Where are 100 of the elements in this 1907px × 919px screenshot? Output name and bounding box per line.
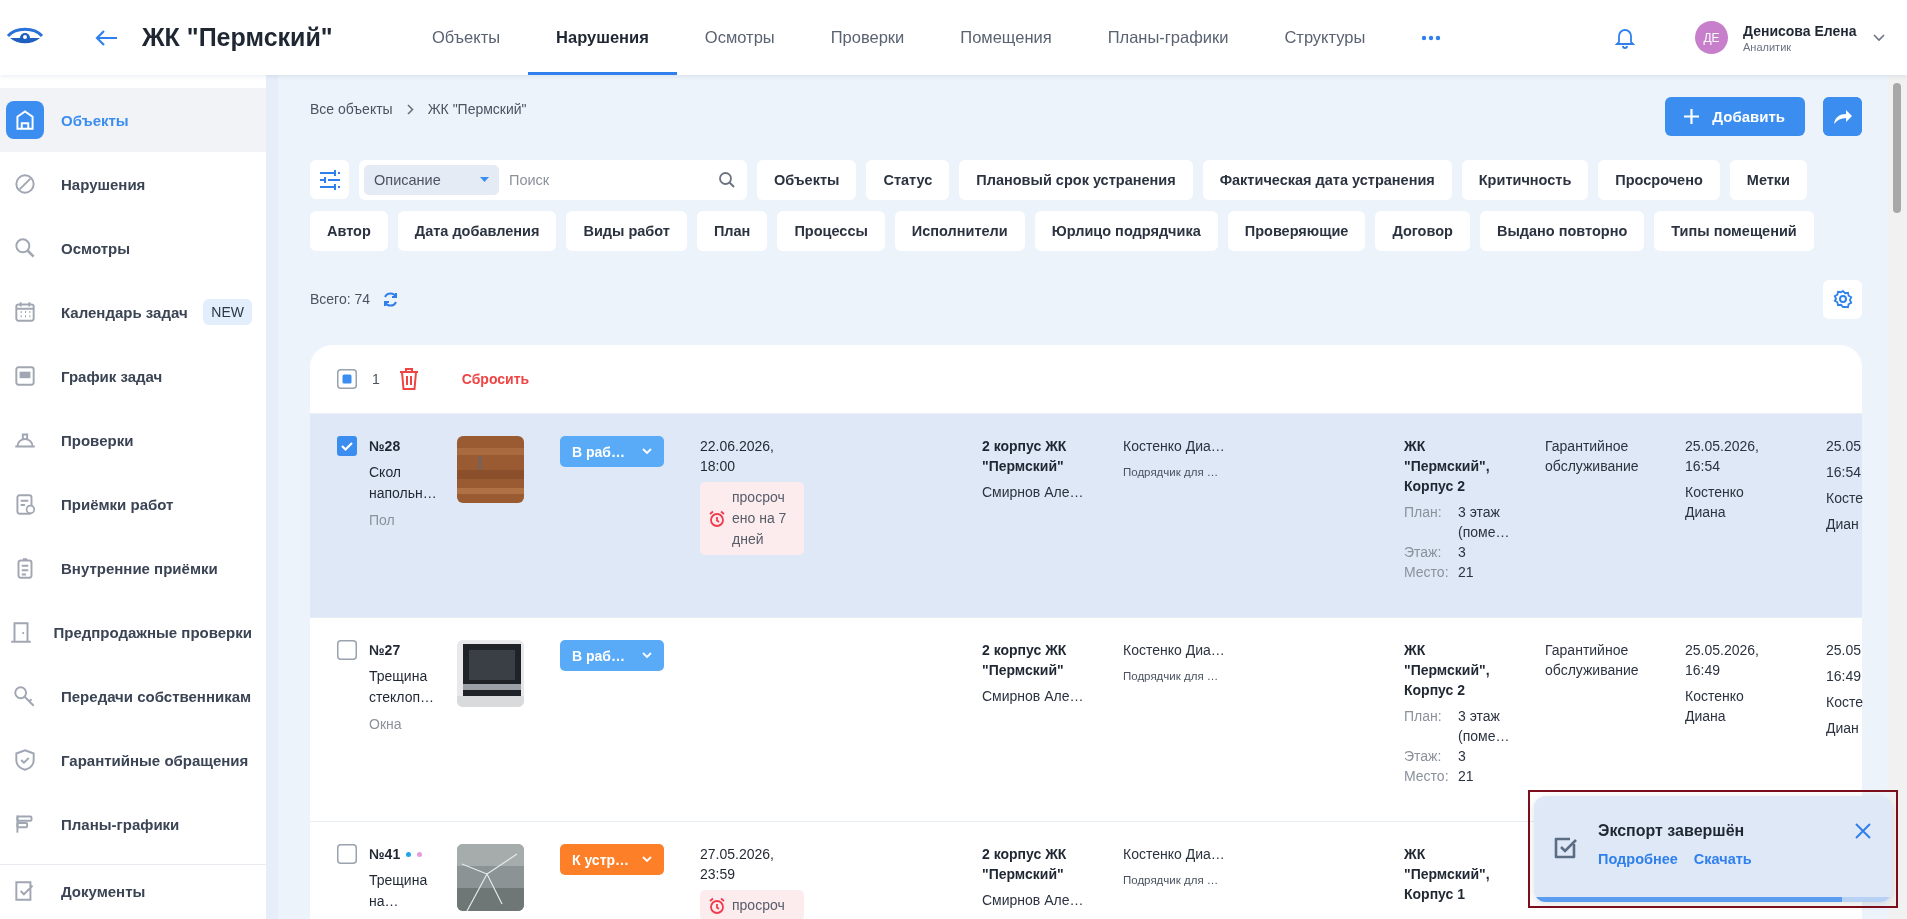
filter-chip[interactable]: Статус	[866, 160, 950, 200]
scrollbar[interactable]	[1888, 75, 1907, 919]
sidebar-item[interactable]: Нарушения	[0, 152, 266, 216]
user-name: Денисова Елена	[1743, 22, 1858, 39]
detail-label: Место:	[1404, 563, 1450, 582]
nav-tab[interactable]: Планы-графики	[1079, 0, 1257, 75]
cell-text: Косте	[1826, 489, 1863, 508]
select-all-checkbox[interactable]	[337, 369, 357, 389]
checkbox[interactable]	[337, 436, 357, 456]
share-button[interactable]	[1823, 97, 1862, 136]
filter-chip[interactable]: Автор	[310, 211, 388, 251]
checkbox[interactable]	[337, 640, 357, 660]
contractor-name: Костенко Диа…	[1123, 641, 1225, 660]
filter-chip[interactable]: Плановый срок устранения	[959, 160, 1193, 200]
violation-category: Пол	[369, 511, 395, 530]
detail-value: 3	[1458, 747, 1467, 766]
nav-tab[interactable]: Нарушения	[528, 0, 677, 75]
filter-settings-button[interactable]	[310, 160, 349, 199]
filter-chip[interactable]: Дата добавления	[397, 211, 557, 251]
cell-text: 25.05	[1826, 437, 1862, 456]
nav-tab[interactable]: Структуры	[1256, 0, 1394, 75]
filter-chip[interactable]: Метки	[1729, 160, 1808, 200]
sidebar-item[interactable]: График задач	[0, 344, 266, 408]
schedule-icon	[12, 363, 38, 389]
breadcrumb-current: ЖК "Пермский"	[427, 101, 527, 117]
violation-number[interactable]: №27	[369, 640, 401, 660]
back-arrow-icon[interactable]	[94, 28, 118, 47]
object-name: 2 корпус ЖК "Пермский"	[982, 845, 1068, 884]
violation-type: Гарантийное обслуживание	[1545, 437, 1640, 476]
alarm-clock-icon	[708, 509, 726, 528]
sidebar-item[interactable]: Осмотры	[0, 216, 266, 280]
cell-text: 16:49	[1826, 667, 1862, 686]
close-icon[interactable]	[1854, 822, 1872, 840]
cell-text: Диан	[1826, 719, 1859, 738]
violation-number[interactable]: №28	[369, 436, 401, 456]
cell-text: Косте	[1826, 693, 1863, 712]
sidebar-item[interactable]: Передачи собственникам	[0, 664, 266, 728]
filter-chip[interactable]: Фактическая дата устранения	[1202, 160, 1452, 200]
filter-chip[interactable]: Критичность	[1461, 160, 1589, 200]
sidebar-item[interactable]: Календарь задач NEW	[0, 280, 266, 344]
location-name: ЖК "Пермский", Корпус 2	[1404, 437, 1491, 496]
nav-tab[interactable]: Проверки	[802, 0, 933, 75]
sidebar-item[interactable]: Внутренние приёмки	[0, 536, 266, 600]
filter-chip[interactable]: Юрлицо подрядчика	[1034, 211, 1218, 251]
location-name: ЖК "Пермский", Корпус 2	[1404, 641, 1491, 700]
created-date: 25.05.2026, 16:54	[1685, 437, 1760, 476]
reset-link[interactable]: Сбросить	[461, 371, 530, 387]
detail-value: 21	[1458, 563, 1475, 582]
search-scope-dropdown[interactable]: Описание	[364, 165, 499, 195]
filter-chip[interactable]: Объекты	[757, 160, 857, 200]
alarm-clock-icon	[708, 896, 726, 915]
created-by: Костенко Диана	[1685, 483, 1745, 522]
sidebar-item[interactable]: Предпродажные проверки	[0, 600, 266, 664]
filter-chip[interactable]: Типы помещений	[1654, 211, 1814, 251]
violation-number[interactable]: №41	[369, 844, 401, 864]
due-date: 22.06.2026, 18:00	[700, 437, 775, 476]
trash-icon[interactable]	[397, 367, 420, 391]
filter-chip[interactable]: Проверяющие	[1227, 211, 1366, 251]
created-date: 25.05.2026, 16:49	[1685, 641, 1760, 680]
sidebar-item[interactable]: Документы	[0, 869, 266, 913]
search-field[interactable]: Описание Поиск	[359, 160, 747, 200]
breadcrumb-link[interactable]: Все объекты	[310, 101, 393, 117]
sliders-icon	[317, 168, 342, 191]
search-icon[interactable]	[718, 171, 736, 189]
filter-chip[interactable]: Просрочено	[1598, 160, 1720, 200]
detail-label: Этаж:	[1404, 747, 1443, 766]
sidebar-item[interactable]: Приёмки работ	[0, 472, 266, 536]
checkbox[interactable]	[337, 844, 357, 864]
settings-button[interactable]	[1823, 279, 1862, 319]
detail-value: 3	[1458, 543, 1467, 562]
nav-tab[interactable]: Помещения	[932, 0, 1080, 75]
sidebar-item[interactable]: Гарантийные обращения	[0, 728, 266, 792]
filter-chip[interactable]: Процессы	[777, 211, 885, 251]
nav-tab[interactable]: Осмотры	[676, 0, 803, 75]
new-badge: NEW	[203, 299, 252, 325]
violation-type: Гарантийное обслуживание	[1545, 641, 1640, 680]
filter-chip[interactable]: Договор	[1375, 211, 1470, 251]
contractor-name: Костенко Диа…	[1123, 437, 1225, 456]
contractor-role: Подрядчик для …	[1123, 465, 1219, 480]
bell-icon[interactable]	[1615, 26, 1635, 49]
plus-icon	[1683, 108, 1701, 125]
sidebar-item[interactable]: Проверки	[0, 408, 266, 472]
violation-title: Трещина стеклоп…	[369, 667, 436, 707]
chevron-down-icon[interactable]	[1873, 33, 1885, 42]
filter-chip[interactable]: План	[696, 211, 768, 251]
overdue-badge: просрочено на 7 дней	[700, 482, 804, 555]
object-person: Смирнов Але…	[982, 891, 1084, 910]
refresh-icon[interactable]	[382, 290, 400, 308]
sidebar-item[interactable]: Планы-графики	[0, 792, 266, 856]
nav-tab[interactable]: Объекты	[404, 0, 529, 75]
selected-count: 1	[372, 371, 380, 387]
overdue-badge: просроч	[700, 890, 804, 919]
filter-chip[interactable]: Виды работ	[566, 211, 687, 251]
object-person: Смирнов Але…	[982, 687, 1084, 706]
page-title: ЖК "Пермский"	[142, 23, 333, 52]
filter-chip[interactable]: Исполнители	[894, 211, 1025, 251]
detail-label: Этаж:	[1404, 543, 1443, 562]
contractor-name: Костенко Диа…	[1123, 845, 1225, 864]
filter-chip[interactable]: Выдано повторно	[1479, 211, 1645, 251]
more-icon[interactable]	[1421, 34, 1442, 41]
